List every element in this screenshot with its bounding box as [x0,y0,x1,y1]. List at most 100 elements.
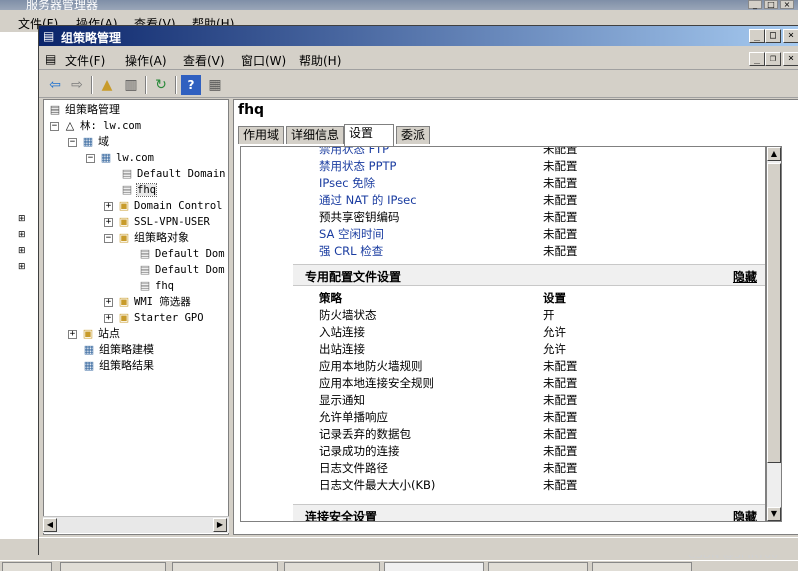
expand-icon[interactable]: + [68,329,77,339]
tree-horizontal-scrollbar[interactable]: ◀ ▶ [43,516,229,533]
back-icon[interactable]: ⇦ [45,75,65,95]
forward-icon[interactable]: ⇨ [67,75,87,95]
tree-item-gpo[interactable]: ▤ Default Dom [138,262,225,278]
child-close-button[interactable]: × [783,52,798,66]
maximize-button[interactable]: □ [765,29,781,43]
policy-row: 防火墙状态 开 [241,307,765,324]
help-icon[interactable]: ? [181,75,201,95]
policy-name: 应用本地连接安全规则 [319,376,434,390]
tab-strip: 作用域 详细信息 设置 委派 [236,124,796,146]
menu-view[interactable]: 查看(V) [183,52,225,69]
collapse-icon[interactable]: − [50,121,59,131]
bg-expand-icon[interactable]: ⊞ [18,230,26,240]
collapse-icon[interactable]: − [104,233,113,243]
minimize-button[interactable]: _ [749,29,765,43]
hide-link[interactable]: 隐藏 [733,268,757,285]
collapse-icon[interactable]: − [68,137,77,147]
tree-item-gpo[interactable]: ▤ Default Dom [138,246,225,262]
expand-icon[interactable]: + [104,201,113,211]
scroll-right-icon[interactable]: ▶ [213,518,227,532]
tree-item-starter-gpo[interactable]: + ▣ Starter GPO [104,310,204,326]
policy-name: IPsec 免除 [319,176,376,190]
show-hide-tree-icon[interactable]: ▥ [121,75,141,95]
refresh-icon[interactable]: ↻ [151,75,171,95]
bg-close-button[interactable]: × [780,0,794,9]
tree-item-modeling[interactable]: ▦ 组策略建模 [82,342,154,358]
menu-bar: ▤ 文件(F) 操作(A) 查看(V) 窗口(W) 帮助(H) _ ❐ × [39,48,798,70]
sites-icon: ▣ [82,327,94,340]
gpo-icon: ▤ [139,263,151,276]
policy-value: 开 [543,308,555,322]
policy-row: 记录成功的连接 未配置 [241,443,765,460]
scroll-left-icon[interactable]: ◀ [43,518,57,532]
expand-icon[interactable]: + [104,313,113,323]
tree-item-results[interactable]: ▦ 组策略结果 [82,358,154,374]
taskbar-item[interactable] [172,562,278,571]
taskbar-item[interactable] [592,562,692,571]
hide-link[interactable]: 隐藏 [733,508,757,521]
start-button[interactable] [2,562,52,571]
up-folder-icon[interactable]: ▲ [97,75,117,95]
collapse-icon[interactable]: − [86,153,95,163]
tree-item-wmi-filters[interactable]: + ▣ WMI 筛选器 [104,294,191,310]
tree-forest[interactable]: − △ 林: lw.com [50,118,141,134]
tree-item-gpo-objects[interactable]: − ▣ 组策略对象 [104,230,189,246]
section-title: 连接安全设置 [305,510,378,522]
starter-folder-icon: ▣ [118,311,130,324]
tab-details[interactable]: 详细信息 [286,126,345,144]
menu-window[interactable]: 窗口(W) [241,52,286,69]
expand-icon[interactable]: + [104,297,113,307]
policy-row: 日志文件最大大小(KB) 未配置 [241,477,765,494]
gpo-title: fhq [238,102,265,118]
tab-settings[interactable]: 设置 [344,124,394,146]
child-minimize-button[interactable]: _ [749,52,765,66]
tree-item-fhq[interactable]: ▤ fhq [120,182,157,198]
menu-file[interactable]: 文件(F) [65,52,105,69]
taskbar-item[interactable] [60,562,166,571]
taskbar-item[interactable] [284,562,380,571]
policy-value: 允许 [543,342,566,356]
scroll-down-icon[interactable]: ▼ [767,507,781,521]
taskbar-item-active[interactable] [384,562,484,571]
title-bar[interactable]: ▤ 组策略管理 [39,26,798,46]
toolbar-separator [175,76,177,94]
bg-expand-icon[interactable]: ⊞ [18,262,26,272]
vertical-scrollbar[interactable]: ▲ ▼ [766,146,782,522]
tree-item-domain-controllers[interactable]: + ▣ Domain Control [104,198,223,214]
policy-name: 禁用状态 FTP [319,146,390,156]
tree-item-default-domain[interactable]: ▤ Default Domain [120,166,226,182]
child-restore-button[interactable]: ❐ [765,52,781,66]
policy-header-row: 策略 设置 [241,290,765,307]
bg-expand-icon[interactable]: ⊞ [18,246,26,256]
policy-value: 未配置 [543,227,578,241]
tree-item-sites[interactable]: + ▣ 站点 [68,326,120,342]
tree-domain[interactable]: − ▦ lw.com [86,150,154,166]
tree-item-ssl-vpn-user[interactable]: + ▣ SSL-VPN-USER [104,214,210,230]
policy-row: 应用本地连接安全规则 未配置 [241,375,765,392]
policy-value: 未配置 [543,461,578,475]
gpo-link-icon: ▤ [121,183,133,196]
taskbar-item[interactable] [488,562,588,571]
expand-icon[interactable]: + [104,217,113,227]
policy-name: 出站连接 [319,342,365,356]
scroll-thumb[interactable] [767,163,781,463]
bg-maximize-button[interactable]: □ [764,0,778,9]
policy-value: 未配置 [543,427,578,441]
bg-minimize-button[interactable]: _ [748,0,762,9]
close-button[interactable]: × [783,29,798,43]
properties-icon[interactable]: ▦ [205,75,225,95]
scroll-up-icon[interactable]: ▲ [767,147,781,161]
tab-delegation[interactable]: 委派 [396,126,431,144]
tree-domains[interactable]: − ▦ 域 [68,134,109,150]
gpo-icon: ▤ [139,279,151,292]
bg-expand-icon[interactable]: ⊞ [18,214,26,224]
tree-root[interactable]: ▤ 组策略管理 [48,102,120,118]
tab-scope[interactable]: 作用域 [238,126,285,144]
menu-action[interactable]: 操作(A) [125,52,167,69]
menu-app-icon[interactable]: ▤ [45,52,56,66]
policy-row: 显示通知 未配置 [241,392,765,409]
toolbar: ⇦ ⇨ ▲ ▥ ↻ ? ▦ [39,72,798,98]
policy-column-header: 策略 [319,291,342,305]
menu-help[interactable]: 帮助(H) [299,52,341,69]
tree-item-gpo[interactable]: ▤ fhq [138,278,174,294]
